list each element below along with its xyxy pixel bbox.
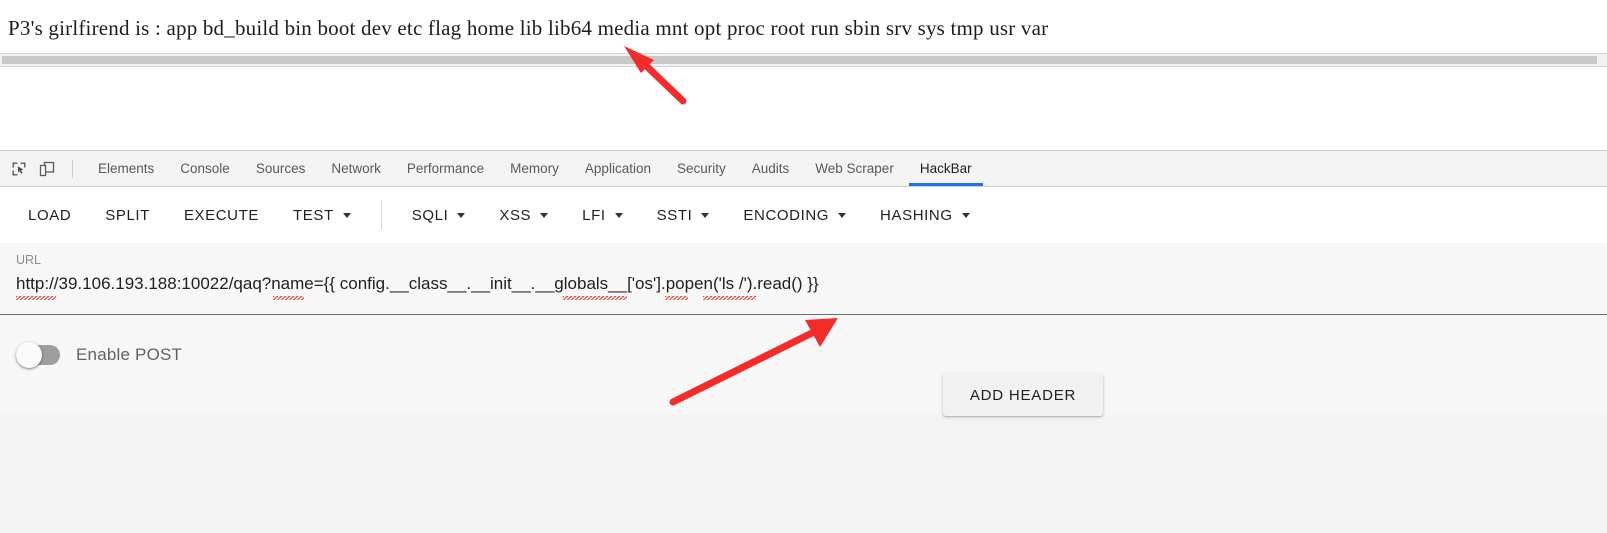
url-field-label: URL — [16, 253, 42, 267]
devtools-panel: Elements Console Sources Network Perform… — [0, 150, 1607, 533]
tab-elements[interactable]: Elements — [85, 151, 167, 186]
tab-application[interactable]: Application — [572, 151, 664, 186]
split-button[interactable]: SPLIT — [91, 197, 164, 233]
tab-console[interactable]: Console — [167, 151, 243, 186]
encoding-menu-button[interactable]: ENCODING — [729, 197, 860, 233]
page-output-text: P3's girlfirend is : app bd_build bin bo… — [8, 16, 1049, 40]
chevron-down-icon — [838, 212, 847, 218]
split-button-label: SPLIT — [105, 206, 150, 224]
toggle-switch-track[interactable] — [16, 342, 60, 368]
device-toolbar-icon[interactable] — [34, 156, 60, 182]
encoding-menu-label: ENCODING — [743, 206, 830, 224]
inspect-element-icon[interactable] — [6, 156, 32, 182]
tab-web-scraper[interactable]: Web Scraper — [802, 151, 907, 186]
chevron-down-icon — [342, 212, 351, 218]
test-menu-label: TEST — [293, 206, 334, 224]
sqli-menu-button[interactable]: SQLI — [398, 197, 480, 233]
execute-button[interactable]: EXECUTE — [170, 197, 273, 233]
chevron-down-icon — [701, 212, 710, 218]
lfi-menu-button[interactable]: LFI — [568, 197, 636, 233]
page-horizontal-scrollbar[interactable] — [0, 53, 1607, 67]
tab-memory[interactable]: Memory — [497, 151, 572, 186]
chevron-down-icon — [961, 212, 970, 218]
xss-menu-button[interactable]: XSS — [485, 197, 562, 233]
spellcheck-squiggle — [665, 296, 688, 300]
sqli-menu-label: SQLI — [411, 206, 449, 224]
toggle-switch-knob[interactable] — [16, 342, 42, 368]
spellcheck-squiggle — [273, 296, 304, 300]
ssti-menu-label: SSTI — [656, 206, 693, 224]
hashing-menu-label: HASHING — [880, 206, 953, 224]
chevron-down-icon — [540, 212, 549, 218]
url-input-value[interactable]: http://39.106.193.188:10022/qaq?name={{ … — [16, 269, 1593, 299]
toolbar-divider — [72, 159, 73, 178]
tab-security[interactable]: Security — [664, 151, 739, 186]
enable-post-toggle[interactable]: Enable POST — [16, 342, 183, 368]
test-menu-button[interactable]: TEST — [279, 197, 365, 233]
browser-page-viewport: P3's girlfirend is : app bd_build bin bo… — [0, 0, 1607, 150]
ssti-menu-button[interactable]: SSTI — [643, 197, 724, 233]
hackbar-toolbar: LOAD SPLIT EXECUTE TEST SQLI XSS LFI SST… — [0, 187, 1607, 243]
url-input-field[interactable]: URL http://39.106.193.188:10022/qaq?name… — [0, 243, 1607, 315]
tab-network[interactable]: Network — [318, 151, 394, 186]
execute-button-label: EXECUTE — [183, 206, 259, 224]
tab-audits[interactable]: Audits — [739, 151, 803, 186]
tab-sources[interactable]: Sources — [243, 151, 319, 186]
enable-post-label: Enable POST — [76, 345, 183, 364]
devtools-tabbar: Elements Console Sources Network Perform… — [0, 151, 1607, 187]
chevron-down-icon — [614, 212, 623, 218]
add-header-button[interactable]: ADD HEADER — [943, 374, 1103, 416]
spellcheck-squiggle — [563, 296, 627, 300]
load-button[interactable]: LOAD — [14, 197, 85, 233]
xss-menu-label: XSS — [499, 206, 532, 224]
spellcheck-squiggle — [16, 296, 56, 300]
toolbar-divider — [380, 200, 382, 230]
hackbar-bottom-bar: Enable POST — [0, 315, 1607, 415]
tab-hackbar[interactable]: HackBar — [907, 151, 985, 186]
tab-performance[interactable]: Performance — [394, 151, 497, 186]
lfi-menu-label: LFI — [582, 206, 606, 224]
page-scrollbar-thumb[interactable] — [2, 56, 1597, 64]
chevron-down-icon — [457, 212, 466, 218]
spellcheck-squiggle — [703, 296, 756, 300]
hashing-menu-button[interactable]: HASHING — [866, 197, 984, 233]
load-button-label: LOAD — [28, 206, 72, 224]
